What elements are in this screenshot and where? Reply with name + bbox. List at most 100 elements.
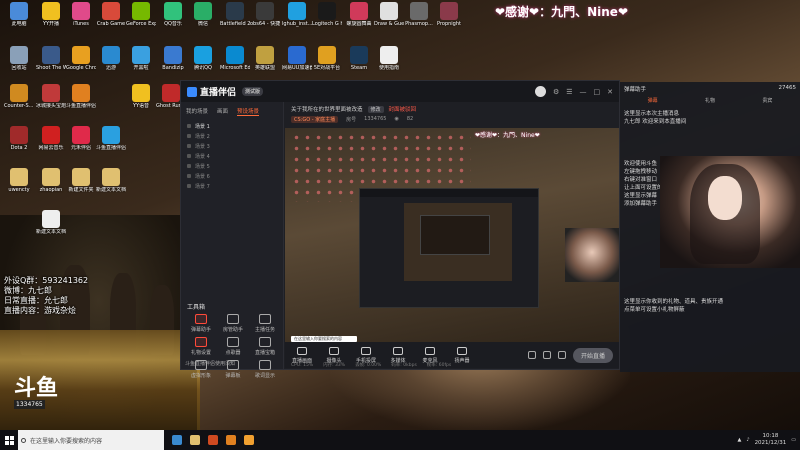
desktop-icon[interactable]: 新建文本文档 (2) (36, 210, 66, 235)
scene-item[interactable]: 场景 5 (181, 161, 283, 171)
minimize-icon[interactable]: — (580, 88, 587, 96)
eye-icon[interactable] (187, 144, 191, 148)
scene-tabs: 我的场景 画面 预设场景 (181, 102, 283, 121)
desktop-icon[interactable]: 回收站 (4, 46, 34, 71)
desktop-icon[interactable]: 网易云音乐 (36, 126, 66, 151)
record-icon[interactable] (527, 351, 536, 359)
tool-button[interactable]: 歌词显示 (249, 360, 281, 379)
desktop-icon-label: lghub_inst... (282, 21, 312, 27)
menu-icon[interactable]: ☰ (566, 88, 572, 96)
tool-button[interactable]: 点歌器 (217, 337, 249, 356)
desktop-icon[interactable]: Dota 2 (4, 126, 34, 151)
tool-button[interactable]: 房管助手 (217, 314, 249, 333)
desktop-icon[interactable]: 迅游 (96, 46, 126, 71)
desktop-icon[interactable]: 英雄联盟 (250, 46, 280, 71)
desktop-icon[interactable]: Google Chrome (66, 46, 96, 71)
close-icon[interactable]: ✕ (607, 88, 613, 96)
desktop-icon[interactable]: lghub_inst... (282, 2, 312, 27)
desktop-icon[interactable]: 斗鱼直播伴侣 (66, 84, 96, 109)
desktop-icon[interactable]: 腾讯QQ (188, 46, 218, 71)
desktop-icon[interactable]: 新建文件夹 (66, 168, 96, 193)
volume-icon[interactable]: ♪ (746, 437, 749, 443)
tab-preset-scenes[interactable]: 预设场景 (237, 107, 260, 116)
tool-button[interactable]: 主播任务 (249, 314, 281, 333)
desktop-icon[interactable]: Propnight (434, 2, 464, 27)
desktop-icon[interactable]: Steam (344, 46, 374, 71)
cover-warning[interactable]: 封面被驳回 (389, 105, 417, 113)
settings-icon[interactable]: ⚙ (553, 88, 559, 96)
desktop-icon[interactable]: Bandizip (158, 46, 188, 71)
tool-button[interactable]: 礼物设置 (185, 337, 217, 356)
scene-item[interactable]: 场景 2 (181, 131, 283, 141)
app-icon (42, 210, 60, 228)
usage-notice-link[interactable]: 斗鱼直播伴侣使用须知 (185, 360, 235, 367)
app-icon (42, 84, 60, 102)
desktop-icon[interactable]: uwencty (4, 168, 34, 193)
gear-icon[interactable] (557, 351, 566, 359)
scene-item[interactable]: 场景 7 (181, 181, 283, 191)
tool-button[interactable]: 直播宝箱 (249, 337, 281, 356)
taskbar-app-icon[interactable] (172, 435, 182, 445)
desktop-icon[interactable]: 斗鱼直播伴侣 (96, 126, 126, 151)
eye-icon[interactable] (187, 124, 191, 128)
clock[interactable]: 10:18 2021/12/31 (755, 433, 787, 447)
desktop-icon[interactable]: 此电脑 (4, 2, 34, 27)
tool-button[interactable]: 弹幕助手 (185, 314, 217, 333)
desktop-icon[interactable]: Counter-S... Global Off... (4, 84, 34, 109)
tab-picture[interactable]: 画面 (217, 107, 228, 116)
maximize-icon[interactable]: □ (594, 88, 601, 96)
desktop-icon[interactable]: Shoot The Wire Sour... (36, 46, 66, 71)
desktop-icon[interactable]: Crab Game (96, 2, 126, 27)
taskbar-search[interactable]: 在这里输入你要搜索的内容 (18, 430, 164, 450)
desktop-icon[interactable]: 开黑啦 (126, 46, 156, 71)
eye-icon[interactable] (187, 164, 191, 168)
desktop-icon[interactable]: 使用指南 (374, 46, 404, 71)
tab-gifts[interactable]: 礼物 (705, 97, 715, 104)
desktop-icon[interactable]: Logitech G HUB (312, 2, 342, 27)
eye-icon[interactable] (187, 184, 191, 188)
app-icon (162, 84, 180, 102)
user-avatar[interactable] (534, 86, 546, 97)
desktop-icon[interactable]: QQ音乐 (158, 2, 188, 27)
desktop-icon[interactable]: GeForce Experience (126, 2, 156, 27)
tab-vip[interactable]: 贵宾 (762, 97, 772, 104)
scene-item[interactable]: 场景 3 (181, 141, 283, 151)
link-icon[interactable] (542, 351, 551, 359)
desktop-icon[interactable]: 新建文本文档 (96, 168, 126, 193)
desktop-icon[interactable]: 5E对战平台 (312, 46, 342, 71)
desktop-icon[interactable]: YY开播 (36, 2, 66, 27)
main-area: 关于我所在的世界里面被改造 修改 封面被驳回 CS:GO - 家庭主播 房号 1… (285, 102, 619, 369)
desktop-icon[interactable]: 微信 (188, 2, 218, 27)
scene-list: 场景 1 场景 2 场景 3 场景 4 场景 5 场景 6 场景 7 (181, 121, 283, 191)
desktop-icon[interactable]: Phasmop... (404, 2, 434, 27)
desktop-icon[interactable]: iTunes (66, 2, 96, 27)
desktop-icon[interactable]: 网易UU加速器 (282, 46, 312, 71)
desktop-icon[interactable]: 螺旋圆舞曲 (344, 2, 374, 27)
tab-danmaku[interactable]: 弹幕 (648, 97, 658, 104)
desktop-icon[interactable]: Draw & Guess (374, 2, 404, 27)
desktop-icon[interactable]: Battlefield 2042 Ope... (220, 2, 250, 27)
taskbar-app-icon[interactable] (208, 435, 218, 445)
desktop-icon[interactable]: 元禾伴侣 (66, 126, 96, 151)
eye-icon[interactable] (187, 154, 191, 158)
category-tag[interactable]: CS:GO - 家庭主播 (291, 116, 339, 123)
taskbar-app-icon[interactable] (244, 435, 254, 445)
eye-icon[interactable] (187, 174, 191, 178)
network-icon[interactable]: ▲ (738, 437, 742, 443)
scene-item[interactable]: 场景 6 (181, 171, 283, 181)
scene-item[interactable]: 场景 4 (181, 151, 283, 161)
desktop-icon[interactable]: obs64 - 快捷方式 (250, 2, 280, 27)
taskbar-app-icon[interactable] (226, 435, 236, 445)
notification-icon[interactable]: ▭ (791, 437, 796, 443)
tab-my-scenes[interactable]: 我的场景 (186, 107, 208, 116)
eye-icon[interactable] (187, 134, 191, 138)
edit-title-button[interactable]: 修改 (367, 105, 384, 113)
taskbar-app-icon[interactable] (190, 435, 200, 445)
start-button[interactable] (0, 430, 18, 450)
desktop-icon[interactable]: YY语音 (126, 84, 156, 109)
scene-item[interactable]: 场景 1 (181, 121, 283, 131)
stream-preview[interactable]: ❤感谢❤：九門、Nine❤ 在这里输入你要搜索的内容 (285, 128, 619, 342)
desktop-icon[interactable]: zhaopian (36, 168, 66, 193)
desktop-icon[interactable]: 冰城接头宝炮伍 (36, 84, 66, 109)
desktop-icon[interactable]: Microsoft Edge (220, 46, 250, 71)
